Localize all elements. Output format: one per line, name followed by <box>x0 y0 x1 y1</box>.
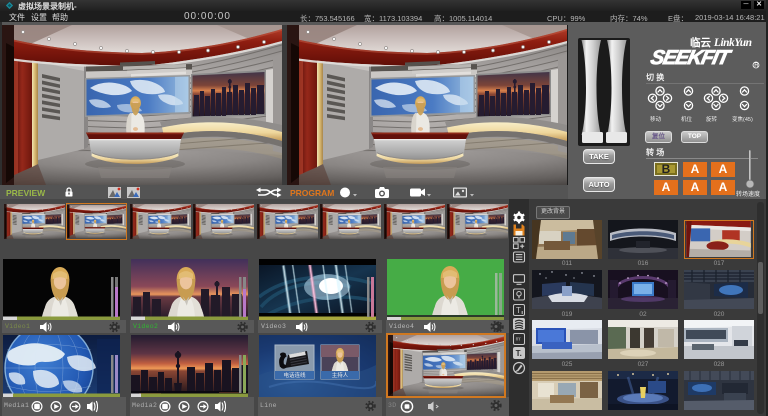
svg-text:SEEKFIT: SEEKFIT <box>649 47 734 69</box>
svg-text:T.: T. <box>516 349 522 358</box>
svg-text:主持人: 主持人 <box>332 371 349 379</box>
svg-text:电话连线: 电话连线 <box>283 371 306 379</box>
svg-text:R: R <box>754 63 759 69</box>
svg-text:T: T <box>516 306 521 315</box>
svg-text:rrr: rrr <box>516 337 521 343</box>
